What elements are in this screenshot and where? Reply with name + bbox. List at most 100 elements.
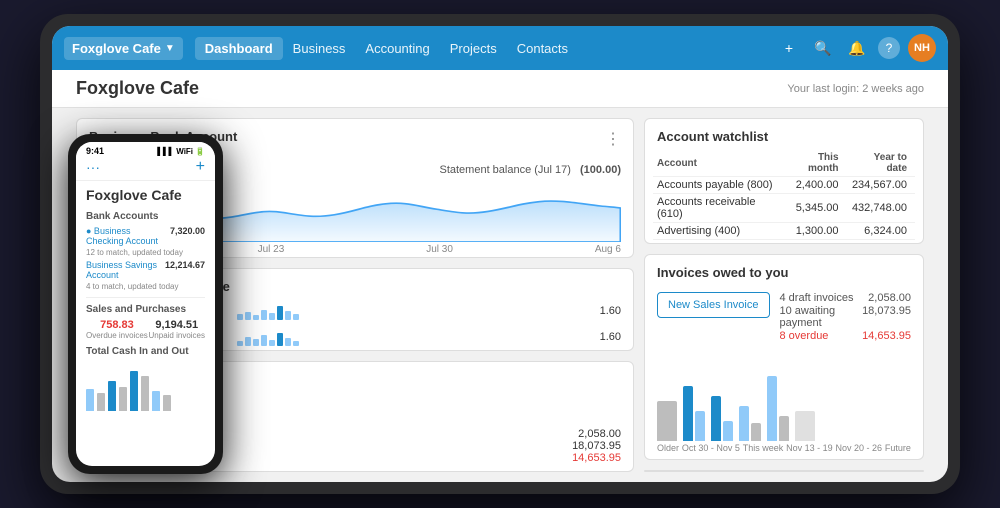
battery-icon: 🔋 <box>195 147 205 156</box>
phone-sales-unpaid: 9,194.51 Unpaid invoices <box>149 319 205 340</box>
ibar-label-older: Older <box>657 443 679 453</box>
phone-nav: ··· + <box>76 156 215 181</box>
pb6 <box>277 306 283 320</box>
help-icon-btn[interactable]: ? <box>878 37 900 59</box>
phone-account-row-checking: ● Business Checking Account 7,320.00 <box>86 226 205 246</box>
invoices-overdue-row: 8 overdue 14,653.95 <box>780 330 912 342</box>
ibar-future-1 <box>795 411 815 441</box>
prb4 <box>261 335 267 346</box>
ibar-nov13-2 <box>751 423 761 441</box>
invoices-awaiting-amount: 18,073.95 <box>862 305 911 329</box>
phone-sales-overdue: 758.83 Overdue invoices <box>86 319 148 340</box>
pb1 <box>237 314 243 320</box>
phone-savings-name[interactable]: Business Savings Account <box>86 260 165 280</box>
nav-accounting[interactable]: Accounting <box>355 37 439 60</box>
perf-receivable-value: 1.60 <box>591 331 621 343</box>
bills-awaiting-amount: 18,073.95 <box>572 440 621 452</box>
pb4 <box>261 310 267 320</box>
nav-projects[interactable]: Projects <box>440 37 507 60</box>
nav-dashboard[interactable]: Dashboard <box>195 37 283 60</box>
phone-checking-name[interactable]: ● Business Checking Account <box>86 226 170 246</box>
nav-contacts[interactable]: Contacts <box>507 37 578 60</box>
ibar-label-nov20: Nov 20 - 26 <box>836 443 883 453</box>
phone-menu-icon[interactable]: ··· <box>86 159 100 175</box>
watchlist-col-month: This month <box>782 150 846 177</box>
sub-header: Foxglove Cafe Your last login: 2 weeks a… <box>52 70 948 108</box>
chart-date-3: Jul 30 <box>426 244 453 255</box>
pb5 <box>269 313 275 320</box>
invoices-draft-label: 4 draft invoices <box>780 292 854 304</box>
add-icon-btn[interactable]: + <box>776 35 802 61</box>
watchlist-col-ytd: Year to date <box>847 150 915 177</box>
tablet-frame: 9:41 ▌▌▌ WiFi 🔋 ··· + Foxglove Cafe Bank… <box>40 14 960 494</box>
ibar-nov20-1 <box>767 376 777 441</box>
ibar-nov20-2 <box>779 416 789 441</box>
ibar-thisweek <box>711 396 733 441</box>
bills-draft-amount: 2,058.00 <box>578 428 621 440</box>
phone-bar-5 <box>130 371 138 411</box>
invoices-awaiting-row: 10 awaiting payment 18,073.95 <box>780 305 912 329</box>
user-avatar[interactable]: NH <box>908 34 936 62</box>
watchlist-payable-name: Accounts payable (800) <box>653 177 782 194</box>
phone-savings-sub: 4 to match, updated today <box>86 282 205 291</box>
search-icon-btn[interactable]: 🔍 <box>810 35 836 61</box>
prb3 <box>253 339 259 346</box>
prb2 <box>245 337 251 346</box>
phone-add-icon[interactable]: + <box>196 158 205 176</box>
invoices-overdue-label: 8 overdue <box>780 330 829 342</box>
phone-savings-amount: 12,214.67 <box>165 260 205 280</box>
phone-overdue-amount: 758.83 <box>86 319 148 331</box>
chart-date-2: Jul 23 <box>258 244 285 255</box>
watchlist-payable-ytd: 234,567.00 <box>847 177 915 194</box>
ibar-thisweek-1 <box>711 396 721 441</box>
phone-bar-4 <box>119 387 127 411</box>
invoices-header: Invoices owed to you <box>645 255 923 286</box>
phone-account-checking: ● Business Checking Account 7,320.00 12 … <box>86 226 205 257</box>
perf-payable-value: 1.60 <box>591 305 621 317</box>
invoices-overdue-amount: 14,653.95 <box>862 330 911 342</box>
ibar-nov20 <box>767 376 789 441</box>
phone-sales-row: 758.83 Overdue invoices 9,194.51 Unpaid … <box>86 319 205 340</box>
watchlist-receivable-ytd: 432,748.00 <box>847 194 915 223</box>
bank-card-menu-icon[interactable]: ⋮ <box>605 129 621 149</box>
new-sales-invoice-button[interactable]: New Sales Invoice <box>657 292 770 318</box>
watchlist-row-receivable: Accounts receivable (610) 5,345.00 432,7… <box>653 194 915 223</box>
phone-frame: 9:41 ▌▌▌ WiFi 🔋 ··· + Foxglove Cafe Bank… <box>68 134 223 474</box>
phone-bar-6 <box>141 376 149 411</box>
watchlist-receivable-name: Accounts receivable (610) <box>653 194 782 223</box>
ibar-label-oct30: Oct 30 - Nov 5 <box>682 443 740 453</box>
invoices-title: Invoices owed to you <box>657 265 788 280</box>
statement-balance-label: Statement balance (Jul 17) <box>439 164 570 176</box>
ibar-label-future: Future <box>885 443 911 453</box>
last-login-text: Your last login: 2 weeks ago <box>787 83 924 95</box>
statement-balance: Statement balance (Jul 17) (100.00) <box>439 164 621 176</box>
ibar-older-1 <box>657 401 677 441</box>
prb8 <box>293 341 299 346</box>
chart-date-4: Aug 6 <box>595 244 621 255</box>
watchlist-payable-month: 2,400.00 <box>782 177 846 194</box>
org-selector[interactable]: Foxglove Cafe ▼ <box>64 37 183 60</box>
ibar-oct30 <box>683 386 705 441</box>
ibar-label-thisweek: This week <box>743 443 784 453</box>
ibar-nov13 <box>739 406 761 441</box>
watchlist-table-wrapper: Account This month Year to date Accounts… <box>645 150 923 244</box>
phone-divider-1 <box>86 297 205 298</box>
invoice-bar-labels: Older Oct 30 - Nov 5 This week Nov 13 - … <box>645 441 923 459</box>
right-column: Account watchlist Account This month Yea… <box>644 118 924 472</box>
bell-icon-btn[interactable]: 🔔 <box>844 35 870 61</box>
phone-cashflow-title: Total Cash In and Out <box>86 346 205 357</box>
perf-receivable-bars <box>237 328 583 346</box>
ibar-thisweek-2 <box>723 421 733 441</box>
invoices-card: Invoices owed to you New Sales Invoice 4… <box>644 254 924 460</box>
nav-links: Dashboard Business Accounting Projects C… <box>195 37 772 60</box>
nav-business[interactable]: Business <box>283 37 356 60</box>
ibar-older <box>657 401 677 441</box>
watchlist-advertising-month: 1,300.00 <box>782 223 846 240</box>
phone-status-icons: ▌▌▌ WiFi 🔋 <box>157 147 205 156</box>
phone-org-title: Foxglove Cafe <box>86 187 205 203</box>
prb7 <box>285 338 291 346</box>
phone-account-row-savings: Business Savings Account 12,214.67 <box>86 260 205 280</box>
statement-balance-value: (100.00) <box>580 164 621 176</box>
phone-status-bar: 9:41 ▌▌▌ WiFi 🔋 <box>76 142 215 156</box>
pb2 <box>245 312 251 320</box>
